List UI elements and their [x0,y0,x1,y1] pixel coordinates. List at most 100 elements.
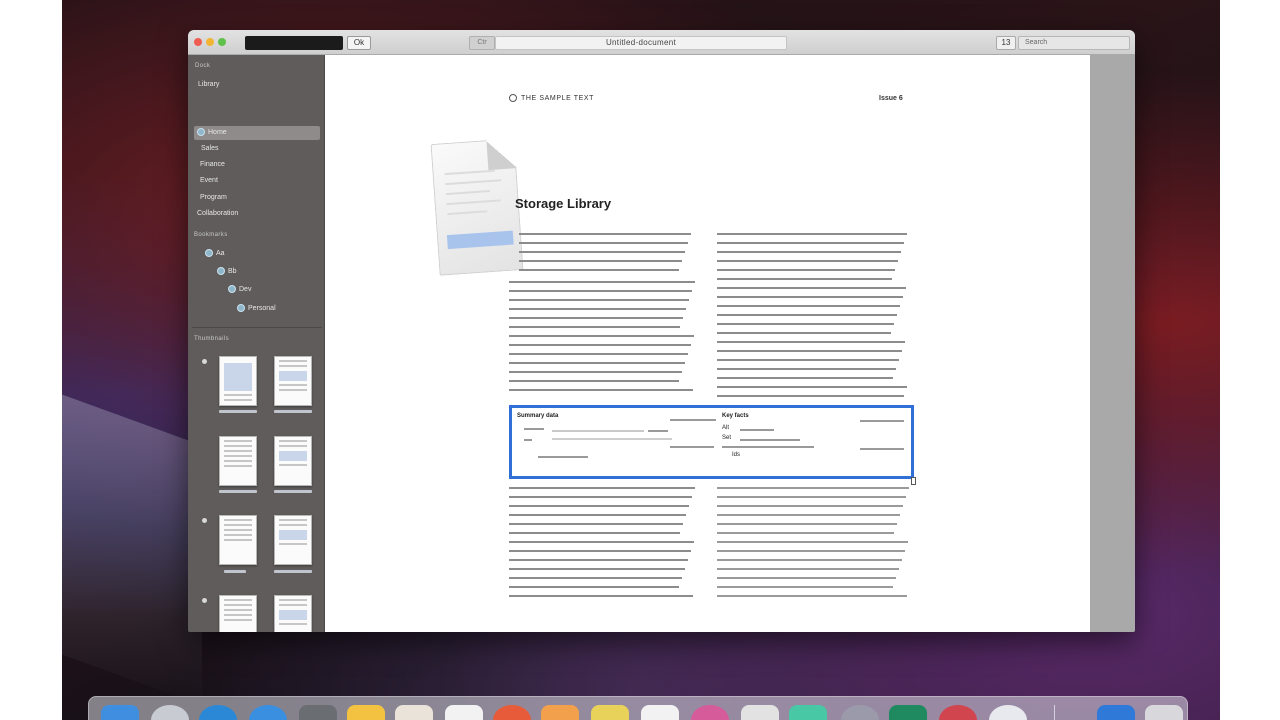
tree-item-aa[interactable]: Aa [205,249,225,257]
window-controls [194,38,226,46]
numbers-icon[interactable] [691,705,729,720]
text-line [509,496,692,498]
page-thumbnail[interactable] [274,595,312,632]
notes-icon[interactable] [347,705,385,720]
text-line [717,242,904,244]
sidebar-item-home[interactable]: Home [197,128,227,136]
podcasts-icon[interactable] [841,705,879,720]
zoom-button[interactable] [218,38,226,46]
keynote-icon[interactable] [741,705,779,720]
tag-icon [228,285,236,293]
text-line [717,341,905,343]
tree-item-label: Dev [239,285,252,293]
tree-item-dev[interactable]: Dev [228,285,251,293]
sidebar-item-program[interactable]: Program [200,194,227,201]
resize-handle[interactable] [911,477,916,485]
calendar-icon[interactable] [299,705,337,720]
back-button[interactable]: Ctr [469,36,495,50]
app-store-icon[interactable] [249,705,287,720]
document-heading: Storage Library [515,196,612,211]
close-button[interactable] [194,38,202,46]
tag-icon [205,249,213,257]
thumbnail-caption [219,410,257,413]
system-preferences-icon[interactable] [989,705,1027,720]
text-line [509,317,683,319]
text-line [717,332,891,334]
text-line [717,541,908,543]
text-line [717,532,894,534]
highlighted-callout[interactable]: Summary data Key facts Alt Set Ids [509,405,914,479]
text-line [717,305,900,307]
toolbar-ok-button[interactable]: Ok [347,36,371,50]
text-line [717,368,896,370]
photos-icon[interactable] [445,705,483,720]
text-line [717,377,893,379]
text-line [509,362,685,364]
page-thumbnail[interactable] [219,436,257,486]
thumbnail-caption [224,570,246,573]
tv-icon[interactable] [889,705,927,720]
news-icon[interactable] [939,705,977,720]
dock-separator [1054,705,1055,720]
thumbnail-caption [274,410,312,413]
downloads-icon[interactable] [1097,705,1135,720]
reminders-icon[interactable] [395,705,433,720]
page-number-field[interactable]: 13 [996,36,1016,50]
text-line [717,505,903,507]
thumbnail-caption [274,490,312,493]
page-thumbnail[interactable] [274,356,312,406]
text-line [717,314,897,316]
text-line [717,577,896,579]
page-thumbnail[interactable] [274,515,312,565]
music-icon[interactable] [789,705,827,720]
text-line [717,395,904,397]
sidebar-item-finance[interactable]: Finance [200,161,225,168]
mail-icon[interactable] [199,705,237,720]
text-line [717,386,907,388]
pages-icon[interactable] [641,705,679,720]
text-line [509,389,693,391]
page-thumbnail[interactable] [274,436,312,486]
page-header-label: THE SAMPLE TEXT [521,94,595,102]
tree-item-bb[interactable]: Bb [217,267,237,275]
sidebar-item-sales[interactable]: Sales [201,145,219,152]
callout-item: Ids [732,452,741,458]
wallpaper-streak [62,394,202,706]
text-line [717,269,895,271]
trash-icon[interactable] [1145,705,1183,720]
sidebar-item-event[interactable]: Event [200,177,218,184]
window-title: Untitled-document [495,36,787,50]
text-line [519,269,679,271]
finder-icon[interactable] [101,705,139,720]
stickies-icon[interactable] [493,705,531,720]
preview-icon[interactable] [591,705,629,720]
text-line [717,296,903,298]
page-header: THE SAMPLE TEXT [509,94,594,102]
preview-window: Ok Ctr Untitled-document 13 Search Dock … [188,30,1135,632]
document-page: THE SAMPLE TEXT Issue 6 Storage Library … [325,55,1090,632]
page-thumbnail[interactable] [219,595,257,632]
text-line [717,523,897,525]
document-viewport[interactable]: THE SAMPLE TEXT Issue 6 Storage Library … [325,55,1135,632]
sidebar-item-library[interactable]: Library [198,81,219,88]
page-thumbnail[interactable] [219,515,257,565]
page-issue: Issue 6 [879,95,903,102]
text-line [717,287,906,289]
text-line [509,290,692,292]
maps-icon[interactable] [541,705,579,720]
page-thumbnail[interactable] [219,356,257,406]
tree-item-personal[interactable]: Personal [237,304,276,312]
tag-icon [237,304,245,312]
text-line [509,559,688,561]
text-line [717,568,899,570]
text-line [717,323,894,325]
safari-icon[interactable] [151,705,189,720]
toolbar-segment[interactable] [245,36,343,50]
minimize-button[interactable] [206,38,214,46]
text-line [509,505,689,507]
search-input[interactable]: Search [1018,36,1130,50]
sidebar-item-collaboration[interactable]: Collaboration [197,210,238,217]
text-line [717,251,901,253]
thumbnail-marker [202,598,207,603]
text-line [509,371,682,373]
